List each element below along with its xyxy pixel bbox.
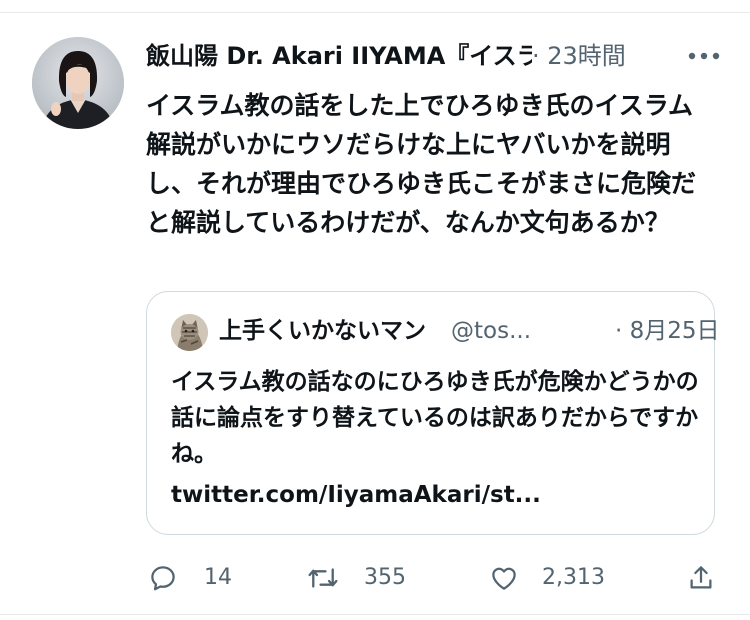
reply-count: 14 xyxy=(204,565,232,590)
author-name[interactable]: 飯山陽 Dr. Akari IIYAMA『イスラム2.0』 xyxy=(146,38,532,74)
cat-avatar-image xyxy=(171,314,208,351)
tweet-header: 飯山陽 Dr. Akari IIYAMA『イスラム2.0』 · 23時間 xyxy=(146,38,726,74)
quoted-date: · 8月25日 xyxy=(615,318,720,344)
like-button[interactable]: 2,313 xyxy=(488,560,618,596)
like-count: 2,313 xyxy=(542,565,605,590)
quoted-link[interactable]: twitter.com/IiyamaAkari/st... xyxy=(171,478,541,512)
share-button[interactable] xyxy=(686,560,720,596)
quoted-text: イスラム教の話なのにひろゆき氏が危険かどうかの話に論点をすり替えているのは訳あり… xyxy=(171,369,699,467)
more-icon xyxy=(688,52,720,60)
author-avatar-image xyxy=(32,37,124,129)
more-options-button[interactable] xyxy=(684,42,724,70)
reply-button[interactable]: 14 xyxy=(148,560,248,596)
retweet-icon xyxy=(308,568,338,588)
heart-icon xyxy=(492,567,516,590)
tweet-text: イスラム教の話をした上でひろゆき氏のイスラム解説がいかにウソだらけな上にヤバいか… xyxy=(146,91,697,237)
quoted-author-avatar[interactable] xyxy=(171,314,208,351)
reply-icon xyxy=(151,566,175,591)
quoted-author-handle: @tos... xyxy=(451,318,532,344)
bottom-divider xyxy=(0,614,750,615)
quoted-author-name: 上手くいかないマン xyxy=(219,318,426,344)
share-icon xyxy=(690,566,712,589)
tweet-timestamp[interactable]: · 23時間 xyxy=(532,38,626,74)
author-avatar[interactable] xyxy=(32,37,124,129)
retweet-button[interactable]: 355 xyxy=(306,560,426,596)
retweet-count: 355 xyxy=(364,565,406,590)
quoted-tweet-card[interactable]: 上手くいかないマン @tos... · 8月25日 イスラム教の話なのにひろゆき… xyxy=(146,291,720,535)
top-divider xyxy=(0,12,750,13)
